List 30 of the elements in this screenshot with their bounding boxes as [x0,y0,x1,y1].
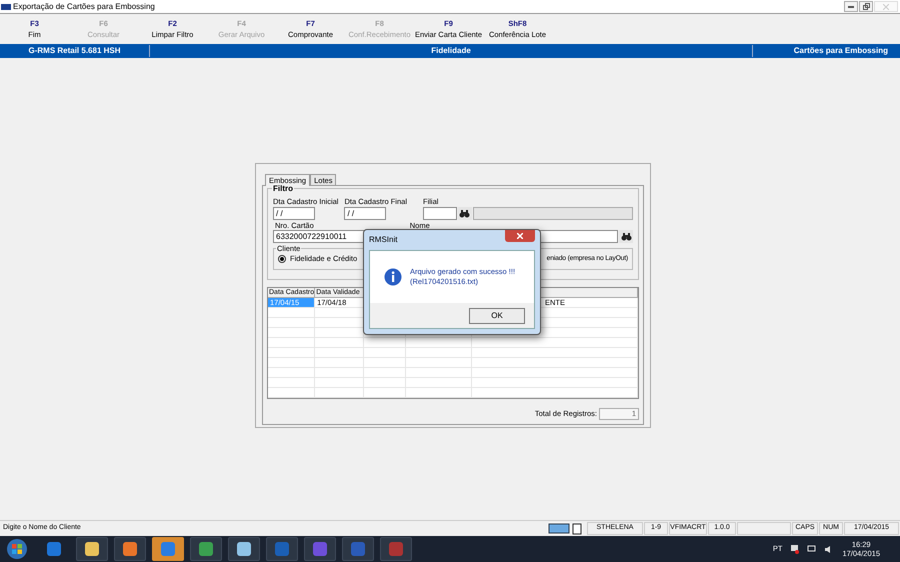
taskbar-app-icon[interactable] [190,537,222,561]
minimize-button[interactable] [844,1,858,12]
close-button[interactable] [505,230,535,242]
restore-icon [862,3,870,10]
header-label: Fidelidade [150,45,753,57]
group-title: Filtro [272,184,294,193]
radio-button[interactable] [278,255,286,263]
taskbar-app-icon[interactable] [114,537,146,561]
taskbar-app-icon[interactable] [76,537,108,561]
taskbar-app-icon[interactable] [228,537,260,561]
header-label: G-RMS Retail 5.681 HSH [0,45,150,57]
window-title: Exportação de Cartões para Embossing [13,0,155,12]
binoculars-icon[interactable] [458,207,472,220]
info-icon [384,268,402,286]
date-field[interactable]: / / [273,207,315,220]
flag-icon[interactable] [790,544,800,554]
minimize-icon [848,6,854,8]
input-field[interactable] [422,207,457,220]
close-icon [517,233,523,239]
close-icon [883,4,889,10]
ok-button[interactable]: OK [469,308,525,324]
date-field[interactable]: / / [344,207,386,220]
clipboard-icon [572,522,582,534]
network-icon[interactable] [807,544,816,554]
monitor-icon [548,523,570,534]
app-icon [1,4,11,10]
header-label: Cartões para Embossing [792,45,889,57]
restore-button[interactable] [859,1,873,12]
binoculars-icon[interactable] [619,230,633,243]
start-button[interactable] [6,538,28,560]
